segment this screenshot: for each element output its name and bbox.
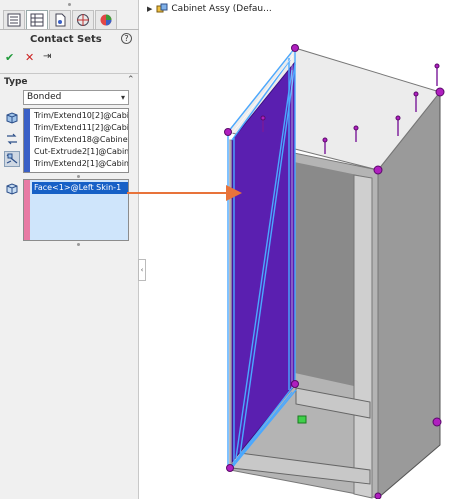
graphics-viewport[interactable] [140,20,474,499]
help-icon[interactable]: ? [121,33,132,44]
property-manager-icon [30,13,44,27]
list-item[interactable]: Trim/Extend18@Cabinet M [34,134,128,146]
feature-manager-tab[interactable] [3,10,25,29]
cube-icon [6,183,18,195]
list-resize-grip[interactable] [77,243,80,246]
contact-type-value: Bonded [27,92,62,102]
list-item[interactable]: Cut-Extrude2[1]@Cabinet M [34,146,128,158]
cube-icon [6,112,18,124]
panel-title: Contact Sets [30,34,102,45]
expand-arrow-icon[interactable]: ▶ [147,5,152,13]
display-manager-icon [100,14,112,26]
flip-direction-button[interactable] [4,151,20,167]
assembly-icon [156,3,168,13]
property-manager-panel: Contact Sets ? ✔ ✕ ⇥ Type ⌃ Bonded ▾ Tri… [0,0,139,499]
set2-color-bar [24,180,30,240]
list-item[interactable]: Trim/Extend2[1]@Cabinet M [34,158,128,170]
list-item-selected[interactable]: Face<1>@Left Skin-1 [32,182,128,194]
chevron-down-icon: ▾ [120,93,125,102]
set2-selection-list[interactable]: Face<1>@Left Skin-1 [23,179,129,241]
connector-marker[interactable] [297,415,307,424]
callout-arrow-tail [127,192,141,194]
cancel-button[interactable]: ✕ [25,51,34,64]
manager-tabs [0,8,139,30]
list-item[interactable]: Trim/Extend11[2]@Cabinet [34,122,128,134]
display-manager-tab[interactable] [95,10,117,29]
pin-button[interactable]: ⇥ [43,51,51,62]
list-resize-grip[interactable] [77,175,80,178]
list-item[interactable]: Trim/Extend10[2]@Cabinet [34,110,128,122]
type-section-header[interactable]: Type ⌃ [0,73,139,89]
ok-button[interactable]: ✔ [5,51,14,64]
property-manager-tab[interactable] [26,10,48,29]
feature-tree-flyout[interactable]: ▶ Cabinet Assy (Defau... [147,2,272,16]
assembly-name: Cabinet Assy (Defau... [171,4,272,14]
panel-grip-top[interactable] [68,3,71,6]
contact-type-select[interactable]: Bonded ▾ [23,90,129,105]
dimxpert-manager-tab[interactable] [72,10,94,29]
type-section-title: Type [4,77,28,87]
configuration-icon [55,13,66,27]
cabinet-front-flange[interactable] [353,174,373,499]
configuration-manager-tab[interactable] [49,10,71,29]
feature-tree-icon [7,13,21,27]
set1-selection-icon[interactable] [4,110,20,126]
set2-selection-icon[interactable] [4,181,20,197]
list-item-label: Face<1>@Left Skin-1 [34,183,122,192]
flip-icon [6,153,18,164]
swap-icon [7,133,17,145]
set1-color-bar [24,109,30,172]
set1-selection-list[interactable]: Trim/Extend10[2]@Cabinet Trim/Extend11[2… [23,108,129,173]
collapse-icon[interactable]: ⌃ [127,75,135,85]
swap-sets-button[interactable] [4,131,20,147]
dimxpert-icon [77,14,89,26]
